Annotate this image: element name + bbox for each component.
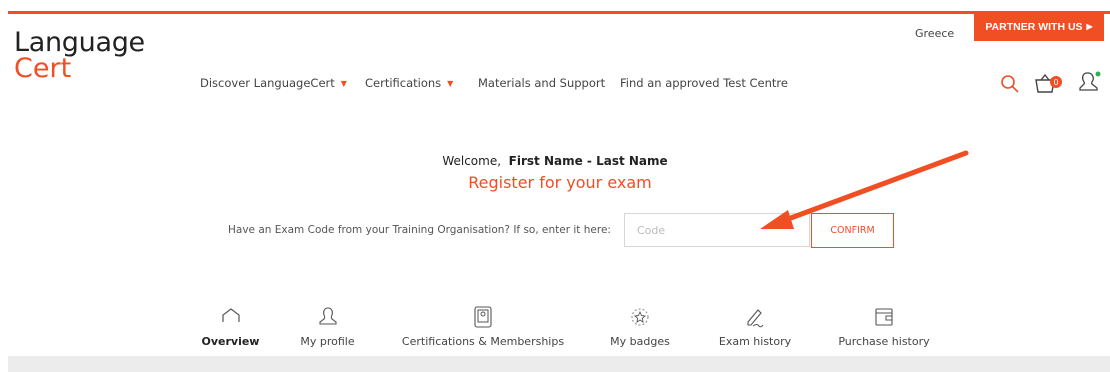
tab-label: My profile — [300, 335, 355, 348]
welcome-prefix: Welcome, — [442, 154, 502, 168]
nav-item-materials[interactable]: Materials and Support — [478, 76, 605, 90]
logo-text-language: Language — [14, 27, 145, 58]
tab-my-profile[interactable]: My profile — [290, 300, 365, 356]
tab-label: Certifications & Memberships — [401, 335, 565, 348]
tab-label: My badges — [610, 335, 670, 348]
country-selector[interactable]: Greece — [915, 27, 954, 40]
confirm-button[interactable]: CONFIRM — [811, 213, 894, 248]
welcome-message: Welcome, First Name - Last Name — [0, 154, 1110, 168]
languagecert-logo[interactable]: Language Cert — [14, 27, 145, 84]
cart-icon[interactable]: 0 — [1032, 72, 1066, 100]
nav-item-label: Find an approved Test Centre — [620, 76, 788, 90]
pen-icon — [744, 306, 766, 332]
caret-right-icon: ▶ — [1086, 22, 1093, 31]
exam-code-input[interactable] — [624, 213, 810, 247]
register-title: Register for your exam — [468, 173, 652, 192]
online-status-dot — [1095, 71, 1101, 77]
partner-with-us-button[interactable]: PARTNER WITH US ▶ — [974, 12, 1104, 41]
user-name: First Name - Last Name — [508, 154, 668, 168]
caret-down-icon: ▼ — [340, 79, 347, 88]
nav-item-label: Certifications — [365, 76, 442, 90]
logo-text-cert: Cert — [14, 52, 72, 84]
caret-down-icon: ▼ — [447, 79, 454, 88]
content-area-top — [8, 356, 1110, 372]
badge-icon — [629, 306, 651, 332]
tab-exam-history[interactable]: Exam history — [715, 300, 795, 356]
partner-button-label: PARTNER WITH US — [985, 20, 1083, 33]
account-tabs: Overview My profile Certifications & Mem… — [0, 300, 1110, 359]
nav-item-discover[interactable]: Discover LanguageCert ▼ — [200, 76, 347, 90]
tab-label: Exam history — [718, 335, 792, 348]
tab-label: Purchase history — [838, 335, 930, 348]
home-icon — [220, 306, 242, 328]
account-icon[interactable] — [1077, 70, 1103, 98]
user-icon — [317, 306, 339, 330]
tab-purchase-history[interactable]: Purchase history — [836, 300, 932, 356]
certificate-icon — [473, 306, 493, 332]
tab-overview[interactable]: Overview — [188, 300, 273, 359]
exam-code-prompt: Have an Exam Code from your Training Org… — [228, 224, 611, 236]
nav-item-label: Discover LanguageCert — [200, 76, 335, 90]
tab-my-badges[interactable]: My badges — [605, 300, 675, 356]
search-icon[interactable] — [1000, 74, 1020, 98]
tab-certifications-memberships[interactable]: Certifications & Memberships — [398, 300, 568, 356]
wallet-icon — [873, 306, 895, 332]
tab-label: Overview — [201, 335, 260, 348]
nav-item-label: Materials and Support — [478, 76, 606, 90]
nav-item-certifications[interactable]: Certifications ▼ — [365, 76, 453, 90]
nav-item-find-test-centre[interactable]: Find an approved Test Centre — [620, 76, 788, 90]
cart-count-badge: 0 — [1053, 78, 1058, 87]
top-accent-line — [8, 11, 1110, 14]
